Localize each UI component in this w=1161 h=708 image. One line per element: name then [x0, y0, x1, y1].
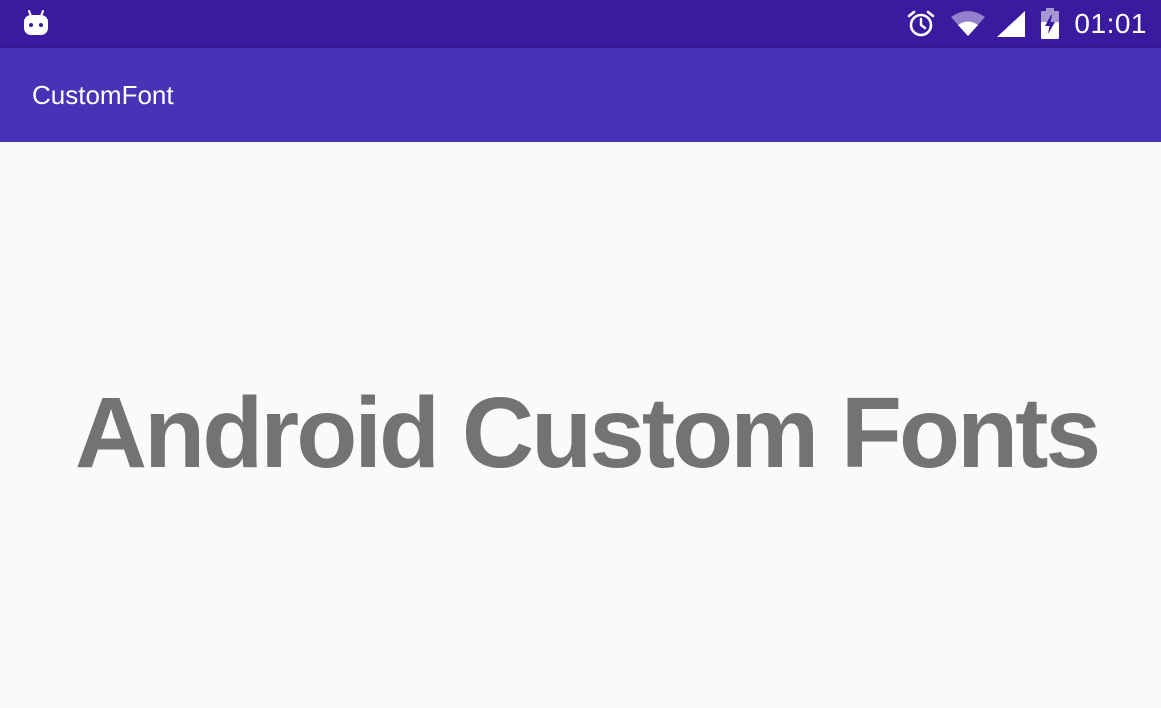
status-bar: 01:01 — [0, 0, 1161, 48]
alarm-clock-icon — [906, 9, 936, 39]
app-bar: CustomFont — [0, 48, 1161, 142]
cell-signal-icon — [996, 10, 1026, 38]
battery-charging-icon — [1040, 8, 1060, 40]
main-content: Android Custom Fonts — [0, 142, 1161, 708]
app-title: CustomFont — [32, 80, 174, 110]
android-debug-icon — [22, 9, 50, 42]
wifi-icon — [950, 10, 986, 38]
status-icons: 01:01 — [906, 0, 1147, 48]
headline-text: Android Custom Fonts — [74, 377, 1101, 489]
status-time: 01:01 — [1074, 8, 1147, 39]
